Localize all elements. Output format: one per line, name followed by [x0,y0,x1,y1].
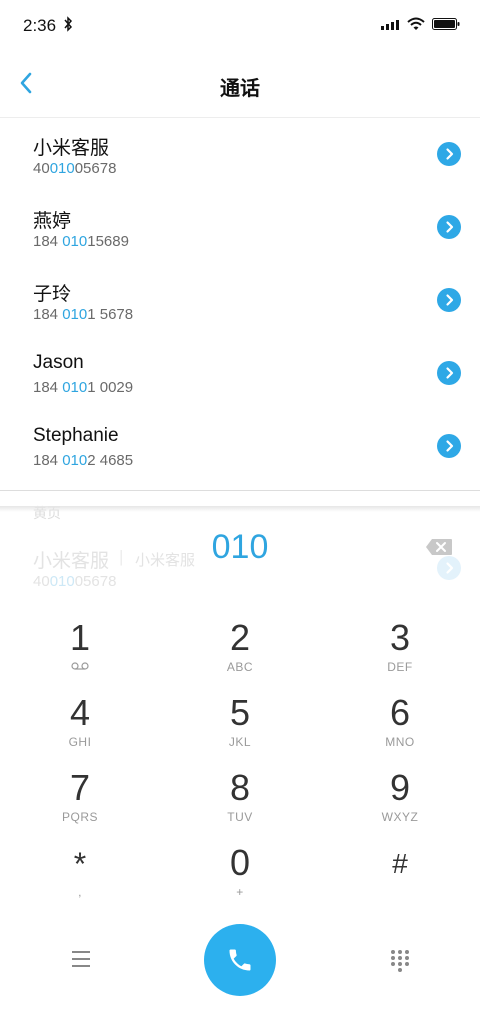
key-0[interactable]: 0 + [165,842,315,912]
contact-row[interactable]: Stephanie 184 0102 4685 [0,410,480,483]
contact-name: Jason [33,352,84,373]
dialpad-top-shadow [0,506,480,512]
contact-number: 184 0102 4685 [33,452,134,469]
key-hash[interactable]: # [325,842,475,912]
contact-detail-button[interactable] [437,361,461,385]
status-bar: 2:36 [0,0,480,52]
key-digit: 8 [229,767,251,808]
key-letters: PQRS [61,810,98,824]
contact-name: 子玲 [33,284,72,305]
key-digit: 7 [69,767,91,808]
key-3[interactable]: 3 DEF [325,617,475,687]
contact-detail-button[interactable] [437,215,461,239]
key-1[interactable]: 1 [5,617,155,687]
call-button[interactable] [204,924,276,996]
chevron-right-icon [446,440,454,452]
key-5[interactable]: 5 JKL [165,692,315,762]
signal-icon [381,20,399,30]
contact-number: 184 01015689 [33,233,129,250]
contact-detail-button[interactable] [437,142,461,166]
ghost-contact-number: 4001005678 [33,573,117,590]
key-digit: 4 [69,692,91,733]
chevron-right-icon [446,221,454,233]
search-results: 小米客服 4001005678 燕婷 184 01015689 子玲 184 0… [0,118,480,483]
bluetooth-icon [64,16,73,32]
key-letters: MNO [385,735,415,749]
contact-detail-button[interactable] [437,434,461,458]
contact-row[interactable]: 小米客服 4001005678 [0,118,480,191]
delete-button[interactable] [425,538,453,556]
contact-row[interactable]: 燕婷 184 01015689 [0,191,480,264]
key-letters: ABC [226,660,254,674]
contact-row[interactable]: Jason 184 0101 0029 [0,337,480,410]
key-letters: DEF [387,660,413,674]
contact-detail-button[interactable] [437,288,461,312]
voicemail-icon [71,662,89,670]
key-letters: TUV [227,810,253,824]
header: 通话 [0,52,480,118]
dialed-number: 010 [211,528,269,566]
backspace-icon [426,539,452,555]
key-digit: # [392,848,408,879]
key-4[interactable]: 4 GHI [5,692,155,762]
key-7[interactable]: 7 PQRS [5,767,155,837]
chevron-right-icon [446,148,454,160]
dialpad-icon [391,950,409,972]
key-letters: WXYZ [381,810,419,824]
key-star[interactable]: * , [5,842,155,912]
key-digit: 1 [69,617,91,658]
divider [0,490,480,491]
menu-icon [72,951,90,967]
dialpad-toggle-button[interactable] [389,949,411,973]
key-letters: + [236,885,244,899]
contact-name: Stephanie [33,425,119,446]
key-digit: 0 [229,842,251,883]
key-letters: JKL [228,735,252,749]
status-time: 2:36 [23,16,57,35]
contact-name: 小米客服 [33,138,110,159]
key-digit: 5 [229,692,251,733]
contact-row[interactable]: 子玲 184 0101 5678 [0,264,480,337]
page-title: 通话 [220,78,260,100]
contact-number: 4001005678 [33,160,117,177]
key-letters: GHI [68,735,92,749]
key-digit: 2 [229,617,251,658]
chevron-right-icon [446,367,454,379]
menu-button[interactable] [70,948,92,970]
key-digit: * [73,846,87,882]
key-digit: 6 [389,692,411,733]
key-digit: 3 [389,617,411,658]
phone-icon [229,949,251,971]
key-6[interactable]: 6 MNO [325,692,475,762]
key-digit: 9 [389,767,411,808]
contact-name: 燕婷 [33,211,72,232]
key-9[interactable]: 9 WXYZ [325,767,475,837]
battery-icon [432,18,460,30]
key-2[interactable]: 2 ABC [165,617,315,687]
chevron-right-icon [446,294,454,306]
contact-number: 184 0101 5678 [33,306,134,323]
key-letters: , [78,885,82,899]
contact-number: 184 0101 0029 [33,379,134,396]
key-8[interactable]: 8 TUV [165,767,315,837]
wifi-icon [407,17,425,30]
